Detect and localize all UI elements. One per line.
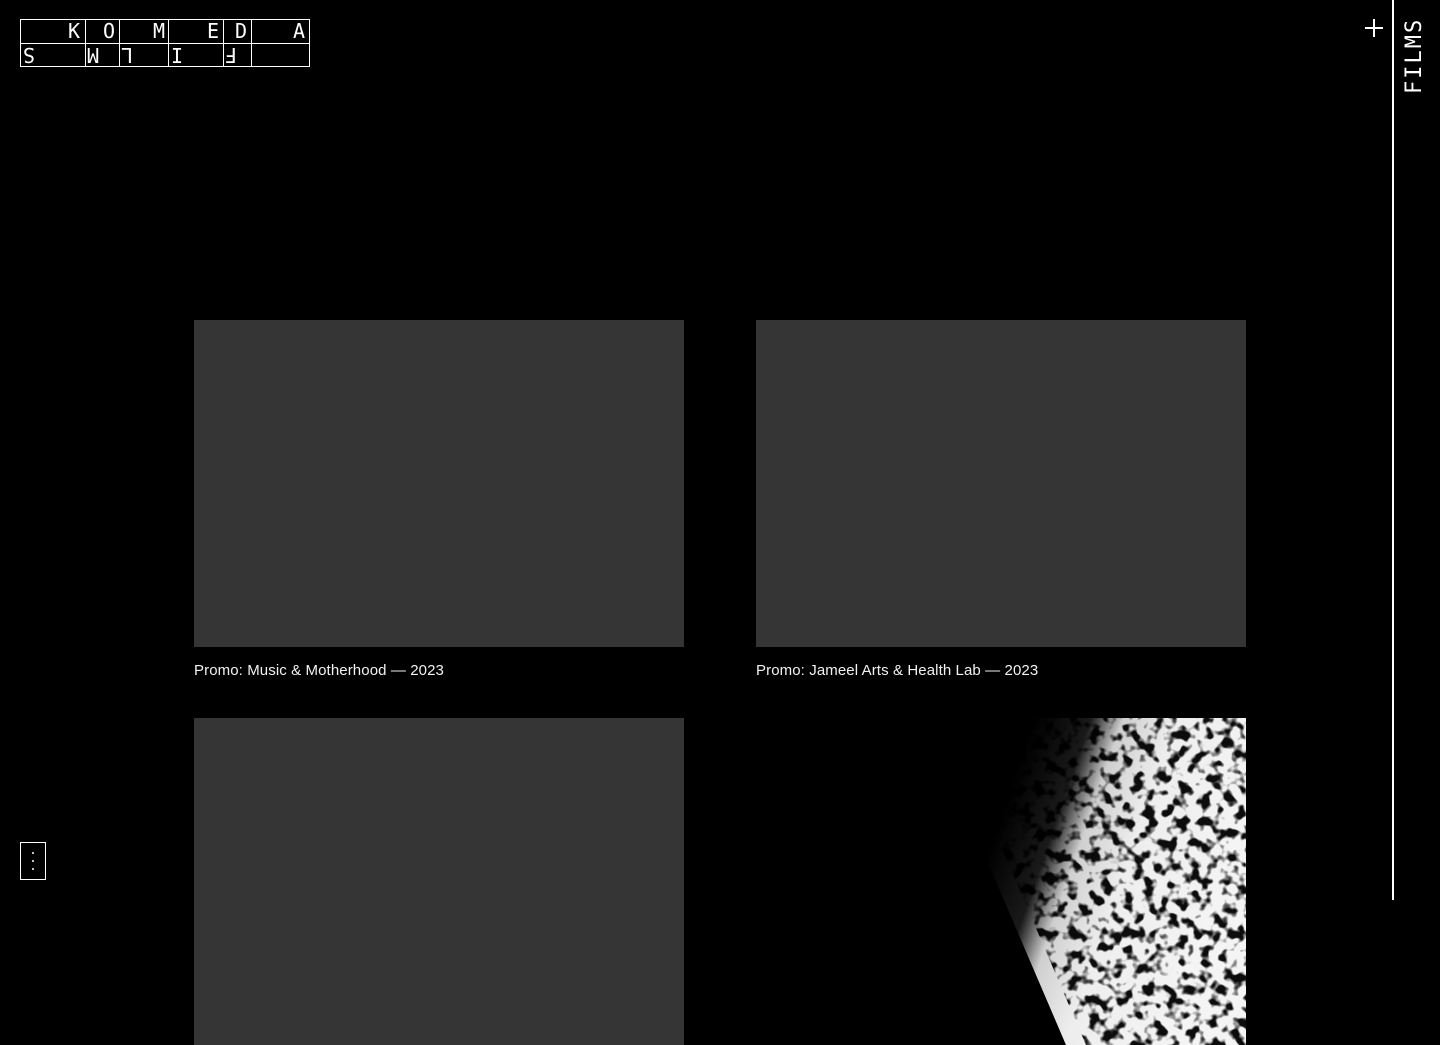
section-rail: FILMS <box>1392 0 1440 900</box>
film-caption[interactable]: Promo: Jameel Arts & Health Lab — 2023 <box>756 662 1246 679</box>
logo-letter: E <box>207 19 220 43</box>
film-still-image <box>756 718 1246 1045</box>
logo-letter: A <box>293 19 306 43</box>
plus-icon[interactable] <box>1363 17 1385 39</box>
film-thumbnail[interactable] <box>756 320 1246 647</box>
logo-top-row: K O M E D A <box>21 20 309 43</box>
film-thumbnail[interactable] <box>756 718 1246 1045</box>
film-thumbnail[interactable] <box>194 320 684 647</box>
section-label[interactable]: FILMS <box>1402 18 1427 94</box>
logo-letter: F <box>225 43 238 67</box>
logo-letter: D <box>235 19 248 43</box>
logo-bottom-row: S M L I F <box>21 43 309 67</box>
logo-letter: O <box>103 19 116 43</box>
film-thumbnail[interactable] <box>194 718 684 1045</box>
komeda-films-logo[interactable]: K O M E D A S M L I F <box>20 19 310 67</box>
logo-letter: K <box>68 19 81 43</box>
film-card[interactable]: Promo: Jameel Arts & Health Lab — 2023 <box>756 320 1246 679</box>
film-caption[interactable]: Promo: Music & Motherhood — 2023 <box>194 662 684 679</box>
film-card[interactable]: Promo: Music & Motherhood — 2023 <box>194 320 684 679</box>
logo-letter: I <box>171 43 184 67</box>
logo-letter: M <box>153 19 166 43</box>
film-card[interactable] <box>756 718 1246 1045</box>
vertical-dots-icon[interactable] <box>20 842 46 880</box>
film-card[interactable] <box>194 718 684 1045</box>
logo-letter: L <box>121 43 134 67</box>
logo-letter: M <box>87 43 100 67</box>
logo-letter: S <box>23 43 36 67</box>
